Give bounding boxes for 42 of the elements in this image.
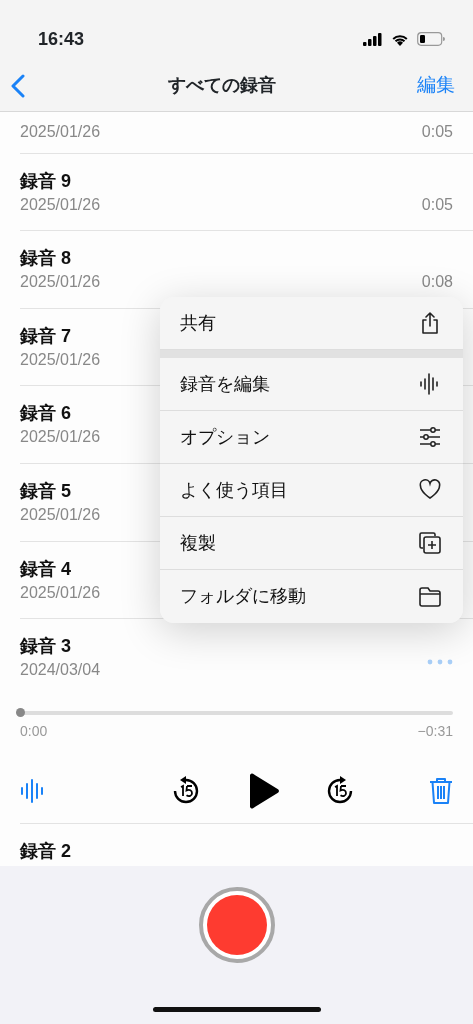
signal-icon	[363, 32, 383, 46]
status-time: 16:43	[38, 27, 85, 51]
share-icon	[419, 312, 441, 334]
nav-title: すべての録音	[167, 74, 276, 97]
edit-button[interactable]: 編集	[417, 71, 455, 100]
back-button[interactable]	[10, 73, 26, 98]
recording-title: 録音 6	[20, 402, 71, 426]
recording-title: 録音 8	[20, 247, 71, 271]
waveform-icon[interactable]	[20, 777, 46, 804]
recording-title: 録音 4	[20, 557, 71, 581]
recording-duration: 0:05	[421, 194, 453, 215]
recording-date: 2024/03/04	[20, 660, 101, 681]
recording-date: 2025/01/26	[20, 427, 101, 448]
recording-title: 録音 9	[20, 169, 71, 193]
recording-date: 2025/01/26	[20, 582, 101, 603]
remaining-time: −0:31	[417, 721, 453, 741]
recording-title: 録音 3	[20, 635, 71, 659]
recording-title: 録音 7	[20, 324, 71, 348]
folder-icon	[419, 585, 441, 608]
wifi-icon	[391, 32, 409, 46]
menu-item[interactable]: オプション	[160, 411, 463, 464]
recording-duration: 0:05	[421, 122, 453, 142]
menu-item[interactable]: よく使う項目	[160, 464, 463, 517]
recording-date: 2025/01/26	[20, 504, 101, 525]
recording-date: 2025/01/26	[20, 122, 101, 142]
trash-icon[interactable]	[429, 776, 453, 805]
recording-date: 2025/01/26	[20, 349, 101, 370]
duplicate-icon	[419, 532, 441, 554]
recording-date: 2025/01/26	[20, 272, 101, 293]
waveform-icon	[419, 373, 441, 395]
heart-icon	[419, 479, 441, 501]
elapsed-time: 0:00	[20, 721, 48, 741]
battery-icon	[417, 32, 445, 46]
recording-date: 2025/01/26	[20, 194, 101, 215]
recording-title: 録音 5	[20, 479, 71, 503]
menu-item[interactable]: 録音を編集	[160, 358, 463, 411]
recording-duration: 0:08	[421, 272, 453, 293]
recording-title: 録音 2	[20, 839, 71, 863]
menu-item[interactable]: フォルダに移動	[160, 570, 463, 623]
menu-item[interactable]: 共有	[160, 297, 463, 350]
menu-item[interactable]: 複製	[160, 517, 463, 570]
sliders-icon	[419, 426, 441, 448]
